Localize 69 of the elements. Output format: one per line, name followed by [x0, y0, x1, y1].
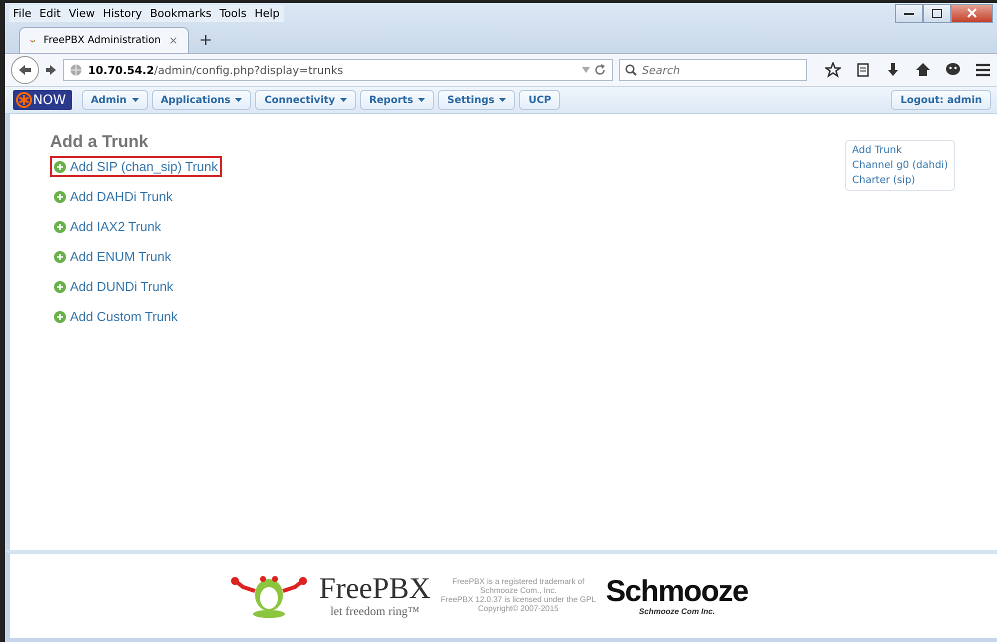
search-field[interactable]: Search	[619, 59, 807, 81]
plus-circle-icon	[54, 310, 66, 322]
caret-icon	[499, 98, 506, 102]
caret-icon	[418, 98, 426, 102]
legal-text: FreePBX 12.0.37 is licensed under the GPL	[440, 596, 596, 605]
globe-icon	[70, 64, 82, 76]
bookmark-star-icon[interactable]	[825, 62, 841, 78]
back-arrow-icon	[18, 64, 32, 76]
caret-icon	[340, 98, 348, 102]
company-name: Schmooze Com Inc.	[638, 606, 715, 616]
menu-item[interactable]: File	[9, 4, 36, 22]
home-icon[interactable]	[915, 62, 931, 78]
nav-menu-button[interactable]: Settings	[438, 90, 516, 110]
menu-item[interactable]: View	[64, 4, 99, 22]
search-icon	[625, 64, 637, 76]
legal-text: Schmooze Com., Inc.	[480, 587, 557, 596]
menu-item[interactable]: Edit	[35, 4, 65, 22]
now-logo[interactable]: NOW	[13, 90, 72, 110]
legal-text: FreePBX is a registered trademark of	[452, 578, 584, 587]
url-text: 10.70.54.2/admin/config.php?display=trunks	[87, 64, 344, 76]
plus-circle-icon	[54, 190, 66, 202]
close-button[interactable]	[951, 4, 993, 22]
menu-item[interactable]: Tools	[215, 4, 251, 22]
maximize-icon	[932, 8, 942, 18]
company-logo-text: Schmooze	[606, 576, 748, 606]
caret-icon	[132, 98, 139, 102]
menu-icon[interactable]	[975, 62, 991, 78]
close-tab-button[interactable]: ×	[168, 34, 178, 47]
add-trunk-link[interactable]: Add SIP (chan_sip) Trunk	[50, 156, 222, 177]
minimize-icon	[904, 11, 914, 15]
tagline: let freedom ring™	[330, 604, 420, 618]
close-icon	[967, 8, 977, 18]
add-trunk-link[interactable]: Add ENUM Trunk	[50, 246, 176, 267]
add-trunk-link[interactable]: Add DUNDi Trunk	[50, 276, 178, 297]
back-button[interactable]	[11, 56, 39, 84]
legal-text: Copyright© 2007-2015	[478, 604, 559, 614]
logout-button[interactable]: Logout: admin	[891, 90, 991, 110]
nav-menu-button[interactable]: Admin	[82, 90, 148, 110]
menu-item[interactable]: History	[98, 4, 146, 22]
forward-icon[interactable]	[45, 64, 57, 76]
add-trunk-link[interactable]: Add IAX2 Trunk	[50, 216, 166, 237]
plus-circle-icon	[54, 280, 66, 292]
clipboard-icon[interactable]	[855, 62, 871, 78]
minimize-button[interactable]	[895, 4, 923, 22]
page-heading: Add a Trunk	[50, 132, 150, 152]
download-icon[interactable]	[885, 62, 901, 78]
caret-icon	[235, 98, 242, 102]
side-menu-link[interactable]: Charter (sip)	[852, 175, 948, 186]
reload-icon[interactable]	[594, 64, 606, 76]
menu-item[interactable]: Bookmarks	[146, 4, 216, 22]
add-trunk-link[interactable]: Add Custom Trunk	[50, 306, 182, 327]
side-menu-link[interactable]: Channel g0 (dahdi)	[852, 160, 948, 171]
plus-circle-icon	[54, 160, 66, 172]
plus-circle-icon	[54, 250, 66, 262]
add-trunk-link[interactable]: Add DAHDi Trunk	[50, 186, 177, 207]
chat-icon[interactable]	[945, 62, 961, 78]
nav-menu-button[interactable]: Connectivity	[255, 90, 356, 110]
plus-circle-icon	[54, 220, 66, 232]
brand-name: FreePBX	[319, 574, 431, 604]
nav-menu-button[interactable]: UCP	[519, 90, 560, 110]
browser-tab[interactable]: FreePBX Administration ×	[19, 27, 189, 53]
asterisk-icon	[16, 92, 32, 108]
nav-menu-button[interactable]: Applications	[152, 90, 252, 110]
new-tab-button[interactable]: +	[189, 30, 222, 53]
maximize-button[interactable]	[923, 4, 951, 22]
address-field[interactable]: 10.70.54.2/admin/config.php?display=trunks	[63, 59, 613, 81]
nav-menu-button[interactable]: Reports	[360, 90, 434, 110]
side-menu-link[interactable]: Add Trunk	[852, 145, 948, 156]
menu-item[interactable]: Help	[250, 4, 284, 22]
